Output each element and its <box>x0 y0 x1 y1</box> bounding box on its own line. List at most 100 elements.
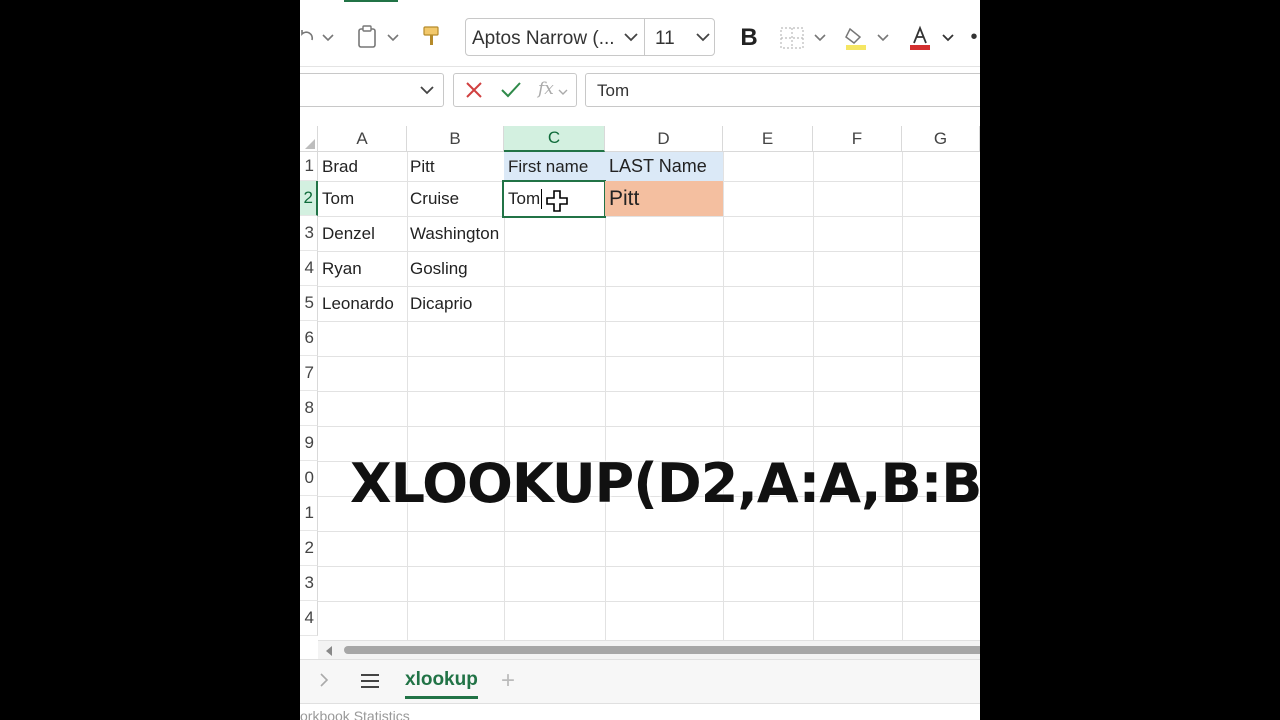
row-number: 8 <box>304 398 314 417</box>
gridline <box>318 531 980 532</box>
mouse-cross-cursor-icon <box>546 190 568 217</box>
cell-b4[interactable]: Gosling <box>406 251 504 286</box>
column-header-f[interactable]: F <box>813 126 902 152</box>
select-all-corner[interactable] <box>300 126 318 152</box>
gridline <box>318 356 980 357</box>
row-number: 0 <box>304 468 314 487</box>
font-size-chevron-icon[interactable] <box>695 29 711 45</box>
row-header[interactable]: 2 <box>300 531 318 566</box>
row-number: 2 <box>303 188 313 207</box>
scroll-sheets-chevron-icon[interactable] <box>318 672 330 693</box>
cell-a3[interactable]: Denzel <box>318 216 407 251</box>
row-number: 4 <box>304 608 314 627</box>
row-number: 4 <box>304 258 314 277</box>
column-header-g[interactable]: G <box>902 126 980 152</box>
formula-input-value: Tom <box>597 81 630 100</box>
paste-dropdown-chevron-icon[interactable] <box>385 29 401 45</box>
text-cursor <box>541 189 543 209</box>
row-header[interactable]: 0 <box>300 461 318 496</box>
font-size-value[interactable]: 11 <box>655 28 675 50</box>
worksheet-grid[interactable]: A B C D E F G 1 2 3 4 5 6 7 8 9 0 1 2 3 … <box>300 126 980 640</box>
borders-dropdown-chevron-icon[interactable] <box>812 29 828 45</box>
font-color-icon[interactable] <box>907 24 933 52</box>
row-header[interactable]: 4 <box>300 251 318 286</box>
sheet-tab-xlookup[interactable]: xlookup <box>405 669 478 699</box>
clipboard-icon[interactable] <box>355 24 379 50</box>
cell-b3[interactable]: Washington <box>406 216 516 251</box>
font-family-select[interactable]: Aptos Narrow (... 11 <box>465 18 715 56</box>
cell-c1[interactable]: First name <box>504 152 605 181</box>
formula-bar: fx Tom <box>300 66 980 113</box>
workbook-statistics-link[interactable]: orkbook Statistics <box>300 708 410 720</box>
name-box-chevron-icon[interactable] <box>419 82 435 103</box>
borders-icon[interactable] <box>779 26 805 50</box>
column-header-d[interactable]: D <box>605 126 723 152</box>
fill-color-dropdown-chevron-icon[interactable] <box>875 29 891 45</box>
row-number: 2 <box>304 538 314 557</box>
column-header-a[interactable]: A <box>318 126 407 152</box>
formula-buttons: fx <box>453 73 577 107</box>
gridline <box>318 391 980 392</box>
scrollbar-thumb[interactable] <box>344 646 980 654</box>
row-number: 5 <box>304 293 314 312</box>
row-header[interactable]: 1 <box>300 496 318 531</box>
insert-function-icon[interactable]: fx <box>538 79 554 99</box>
cell-c2-active[interactable]: Tom <box>502 180 606 218</box>
row-header[interactable]: 8 <box>300 391 318 426</box>
ribbon: Aptos Narrow (... 11 B • <box>300 0 980 66</box>
font-family-chevron-icon <box>623 29 639 45</box>
undo-icon[interactable] <box>300 26 318 48</box>
row-number: 3 <box>304 223 314 242</box>
column-header-c[interactable]: C <box>504 126 605 152</box>
row-number: 7 <box>304 363 314 382</box>
column-header-b[interactable]: B <box>407 126 504 152</box>
row-number: 1 <box>304 503 314 522</box>
cancel-icon[interactable] <box>464 80 484 105</box>
horizontal-scrollbar[interactable] <box>318 640 980 659</box>
formula-overlay-caption: XLOOKUP(D2,A:A,B:B) <box>350 452 980 515</box>
gridline <box>318 321 980 322</box>
fx-chevron-icon[interactable] <box>558 84 568 102</box>
row-number: 6 <box>304 328 314 347</box>
fill-color-icon[interactable] <box>843 24 869 52</box>
format-painter-icon[interactable] <box>420 24 442 50</box>
cell-b5[interactable]: Dicaprio <box>406 286 504 321</box>
row-header[interactable]: 9 <box>300 426 318 461</box>
row-header[interactable]: 4 <box>300 601 318 636</box>
cell-d1[interactable]: LAST Name <box>605 152 723 181</box>
gridline <box>318 566 980 567</box>
name-box[interactable] <box>300 73 444 107</box>
cell-c2-edit-text: Tom <box>508 189 541 208</box>
more-icon[interactable]: • <box>968 26 980 48</box>
cell-b1[interactable]: Pitt <box>406 152 504 181</box>
row-header[interactable]: 3 <box>300 566 318 601</box>
cell-a5[interactable]: Leonardo <box>318 286 407 321</box>
row-header[interactable]: 1 <box>300 152 318 181</box>
bold-button[interactable]: B <box>736 24 762 52</box>
row-header[interactable]: 2 <box>300 181 318 216</box>
cell-d2[interactable]: Pitt <box>605 181 723 216</box>
row-header[interactable]: 7 <box>300 356 318 391</box>
font-family-value: Aptos Narrow (... <box>472 28 615 49</box>
row-number: 9 <box>304 433 314 452</box>
cell-a1[interactable]: Brad <box>318 152 407 181</box>
row-header[interactable]: 3 <box>300 216 318 251</box>
column-header-e[interactable]: E <box>723 126 813 152</box>
undo-dropdown-chevron-icon[interactable] <box>320 29 336 45</box>
row-header[interactable]: 6 <box>300 321 318 356</box>
divider <box>644 19 645 55</box>
sheet-list-menu-icon[interactable] <box>360 672 380 695</box>
font-color-dropdown-chevron-icon[interactable] <box>940 29 956 45</box>
enter-check-icon[interactable] <box>500 80 522 105</box>
status-bar: orkbook Statistics <box>300 703 980 720</box>
cell-a2[interactable]: Tom <box>318 181 407 216</box>
add-sheet-button[interactable]: + <box>501 667 515 695</box>
formula-input[interactable]: Tom <box>585 73 980 107</box>
cell-b2[interactable]: Cruise <box>406 181 504 216</box>
cell-a4[interactable]: Ryan <box>318 251 407 286</box>
excel-window: Aptos Narrow (... 11 B • fx Tom A B C D … <box>300 0 980 720</box>
sheet-tab-bar: xlookup + <box>300 659 980 704</box>
row-header[interactable]: 5 <box>300 286 318 321</box>
row-number: 3 <box>304 573 314 592</box>
gridline <box>318 601 980 602</box>
